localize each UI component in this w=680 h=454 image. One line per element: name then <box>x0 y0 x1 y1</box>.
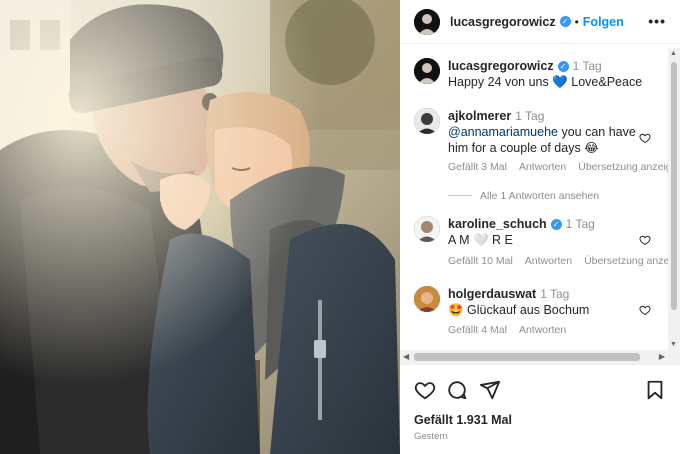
translate-button[interactable]: Übersetzung anzeigen <box>584 255 668 267</box>
comment-body: karoline_schuch ✓ 1 Tag A M 🤍 R E <box>448 216 668 248</box>
reply-button[interactable]: Antworten <box>519 324 566 336</box>
caption-text: Happy 24 von uns 💙 Love&Peace <box>448 75 643 89</box>
scroll-up-arrow-icon[interactable]: ▲ <box>670 50 677 57</box>
comment-meta: Gefällt 3 Mal Antworten Übersetzung anzeig… <box>448 161 668 173</box>
caption-username[interactable]: lucasgregorowicz <box>448 59 554 73</box>
vertical-scrollbar[interactable]: ▲ ▼ <box>668 48 680 350</box>
more-options-icon[interactable]: ••• <box>648 13 666 29</box>
translate-button[interactable]: Übersetzung anzeigen <box>578 161 668 173</box>
author-username[interactable]: lucasgregorowicz <box>450 15 556 29</box>
heart-icon[interactable] <box>414 379 436 401</box>
comment-time[interactable]: 1 Tag <box>566 217 595 231</box>
likes-count[interactable]: Gefällt 1.931 Mal <box>414 413 512 427</box>
comment-text-line2: him for a couple of days 😂 <box>448 141 599 155</box>
comments-list[interactable]: lucasgregorowicz ✓ 1 Tag Happy 24 von uns … <box>400 48 668 350</box>
avatar-icon <box>414 216 440 242</box>
avatar-icon <box>414 108 440 134</box>
comment-text-line1: you can have <box>557 125 636 139</box>
follow-button[interactable]: Folgen <box>583 15 624 29</box>
comment-body: holgerdauswat 1 Tag 🤩 Glückauf aus Bochum <box>448 286 668 318</box>
bookmark-icon[interactable] <box>644 379 666 401</box>
post-side-panel: lucasgregorowicz ✓ • Folgen ••• lucasgre… <box>400 0 680 454</box>
scroll-right-arrow-icon[interactable]: ▶ <box>659 352 665 361</box>
caption-body: lucasgregorowicz ✓ 1 Tag Happy 24 von uns … <box>448 58 668 90</box>
post-photo[interactable] <box>0 0 400 454</box>
scrollbar-corner <box>668 350 680 364</box>
comment-username[interactable]: karoline_schuch <box>448 217 547 231</box>
scrollbar-thumb[interactable] <box>414 353 640 361</box>
author-avatar[interactable] <box>414 8 440 35</box>
avatar-icon <box>414 58 440 84</box>
post-actions: Gefällt 1.931 Mal Gestern <box>400 364 680 454</box>
comment-like-heart-icon[interactable] <box>639 304 651 316</box>
comment-like-heart-icon[interactable] <box>639 234 651 246</box>
comment-avatar[interactable] <box>414 216 440 242</box>
verified-badge-icon: ✓ <box>559 16 571 27</box>
caption-time[interactable]: 1 Tag <box>573 59 602 73</box>
horizontal-scrollbar[interactable]: ◀ ▶ <box>400 350 668 364</box>
comment-text: A M 🤍 R E <box>448 233 513 247</box>
caption-avatar[interactable] <box>414 58 440 84</box>
verified-badge-icon: ✓ <box>550 219 562 230</box>
comment-time[interactable]: 1 Tag <box>515 109 544 123</box>
couple-photo-illustration <box>0 0 400 454</box>
comment-likes-count[interactable]: Gefällt 10 Mal <box>448 255 513 267</box>
avatar-icon <box>414 8 440 35</box>
comment-likes-count[interactable]: Gefällt 3 Mal <box>448 161 507 173</box>
comment-username[interactable]: ajkolmerer <box>448 109 511 123</box>
scroll-down-arrow-icon[interactable]: ▼ <box>670 341 677 348</box>
scrollbar-thumb[interactable] <box>671 62 677 310</box>
comment-avatar[interactable] <box>414 108 440 134</box>
comment-meta: Gefällt 4 Mal Antworten <box>448 324 578 336</box>
comment-like-heart-icon[interactable] <box>639 132 651 144</box>
post-date[interactable]: Gestern <box>414 431 448 442</box>
avatar-icon <box>414 286 440 312</box>
post-modal: lucasgregorowicz ✓ • Folgen ••• lucasgre… <box>0 0 680 454</box>
reply-button[interactable]: Antworten <box>519 161 566 173</box>
comment-icon[interactable] <box>446 379 468 401</box>
reply-button[interactable]: Antworten <box>525 255 572 267</box>
comment-text: 🤩 Glückauf aus Bochum <box>448 303 590 317</box>
comment-avatar[interactable] <box>414 286 440 312</box>
verified-badge-icon: ✓ <box>557 61 569 72</box>
view-replies-button[interactable]: Alle 1 Antworten ansehen <box>448 190 599 202</box>
divider-line <box>448 195 472 196</box>
comment-username[interactable]: holgerdauswat <box>448 287 536 301</box>
mention-link[interactable]: @annamariamuehe <box>448 125 558 139</box>
separator-dot: • <box>574 14 579 29</box>
comment-body: ajkolmerer 1 Tag @annamariamuehe you can … <box>448 108 668 156</box>
post-header: lucasgregorowicz ✓ • Folgen ••• <box>400 0 680 44</box>
comment-likes-count[interactable]: Gefällt 4 Mal <box>448 324 507 336</box>
share-icon[interactable] <box>479 379 501 401</box>
scroll-left-arrow-icon[interactable]: ◀ <box>403 352 409 361</box>
view-replies-label: Alle 1 Antworten ansehen <box>480 190 600 202</box>
comment-time[interactable]: 1 Tag <box>540 287 569 301</box>
comment-meta: Gefällt 10 Mal Antworten Übersetzung anzei… <box>448 255 668 267</box>
comment-text: @annamariamuehe you can have <box>448 124 668 140</box>
